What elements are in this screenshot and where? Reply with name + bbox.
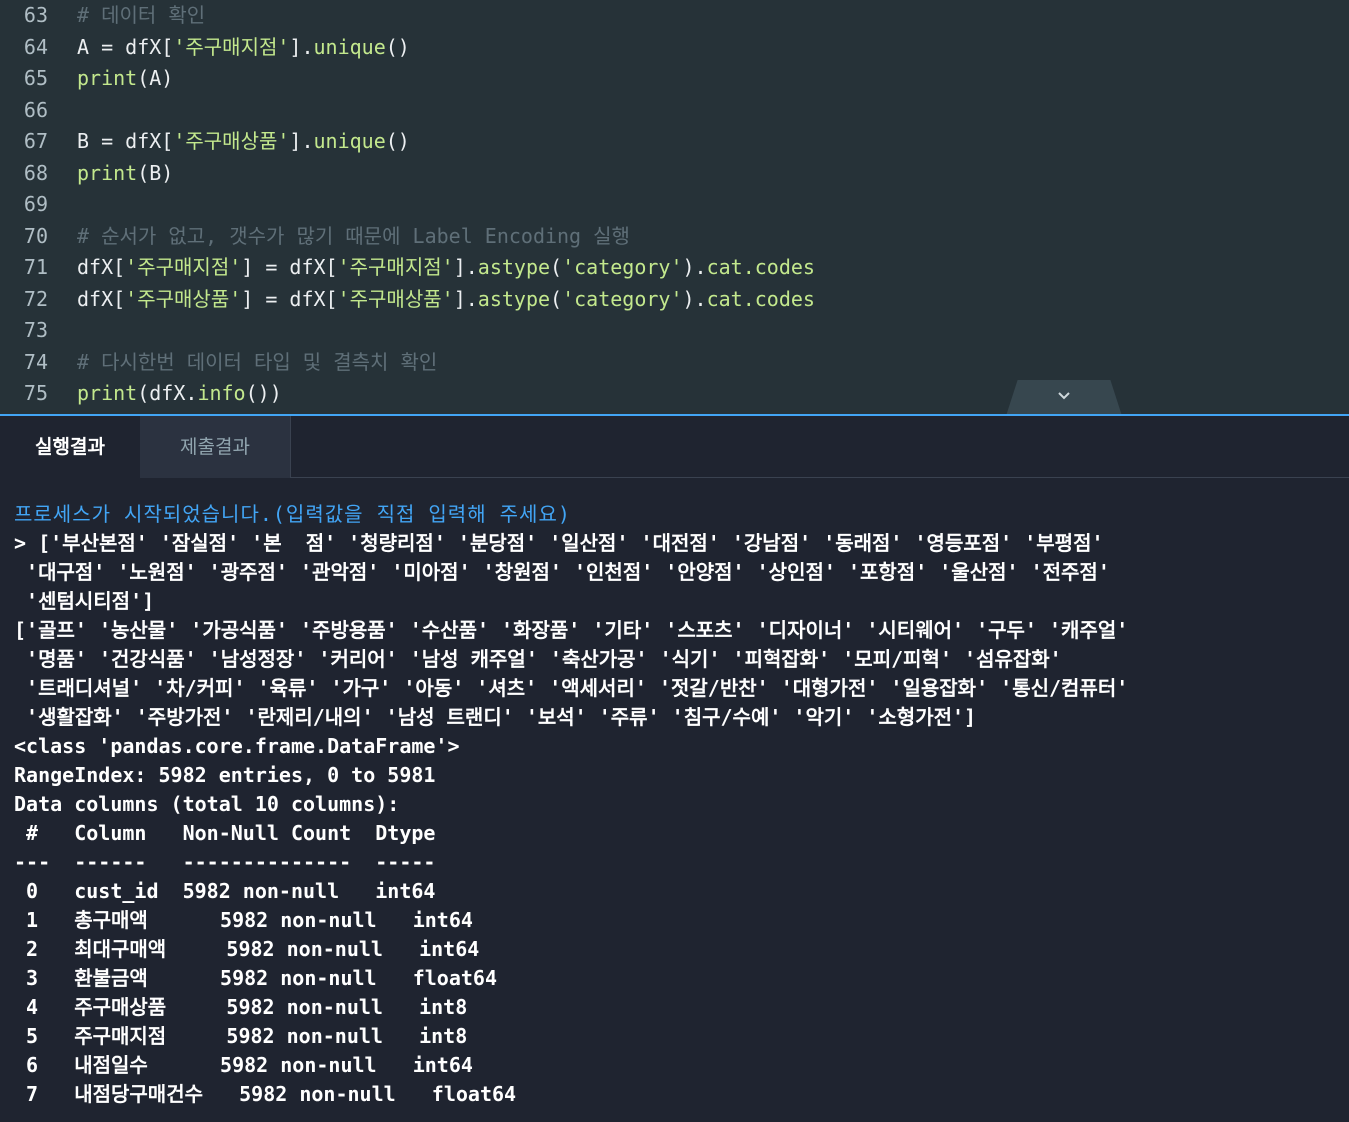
- code-text: # 순서가 없고, 갯수가 많기 때문에 Label Encoding 실행: [77, 221, 630, 252]
- console-line: 3 환불금액 5982 non-null float64: [14, 966, 497, 990]
- console-line: '대구점' '노원점' '광주점' '관악점' '미아점' '창원점' '인천점…: [14, 560, 1110, 584]
- console-line: 5 주구매지점 5982 non-null int8: [14, 1024, 468, 1048]
- console-line: <class 'pandas.core.frame.DataFrame'>: [14, 734, 460, 758]
- code-token: # 데이터 확인: [77, 3, 206, 27]
- console-line: 6 내점일수 5982 non-null int64: [14, 1053, 473, 1077]
- code-token: (): [385, 34, 410, 59]
- code-token: astype: [477, 255, 551, 279]
- tab-execution-result[interactable]: 실행결과: [0, 416, 140, 478]
- console-line: '명품' '건강식품' '남성정장' '커리어' '남성 캐주얼' '축산가공'…: [14, 647, 1062, 671]
- code-text: print(A): [77, 63, 173, 94]
- line-number: 75: [23, 381, 48, 405]
- console-line: 4 주구매상품 5982 non-null int8: [14, 995, 468, 1019]
- code-token: unique: [313, 34, 386, 59]
- code-text: dfX['주구매지점'] = dfX['주구매지점'].astype('cate…: [77, 252, 815, 283]
- console-line: '생활잡화' '주방가전' '란제리/내의' '남성 트랜디' '보석' '주류…: [14, 705, 977, 729]
- console-line: Data columns (total 10 columns):: [14, 792, 400, 816]
- line-number: 63: [23, 3, 48, 27]
- console-line: 2 최대구매액 5982 non-null int64: [14, 937, 480, 961]
- line-number: 66: [23, 97, 48, 122]
- code-editor[interactable]: 63 # 데이터 확인 64 A = dfX['주구매지점'].unique() 65 p…: [0, 0, 1349, 414]
- code-token: print: [77, 160, 138, 185]
- console-line: '센텀시티점']: [14, 589, 155, 613]
- code-token: # 순서가 없고, 갯수가 많기 때문에 Label Encoding 실행: [77, 223, 630, 248]
- code-token: (: [550, 255, 563, 279]
- code-token: cat.codes: [706, 255, 815, 279]
- code-token: B = dfX[: [77, 129, 174, 153]
- code-token: ).: [682, 255, 707, 279]
- code-token: cat.codes: [706, 286, 815, 311]
- code-text: print(B): [77, 158, 173, 189]
- code-token: ] = dfX[: [241, 286, 338, 311]
- code-token: '주구매상품': [173, 129, 290, 153]
- line-number: 67: [23, 129, 48, 153]
- code-token: 'category': [562, 255, 683, 279]
- line-number: 74: [23, 349, 48, 374]
- output-tabbar: 실행결과 제출결과: [0, 414, 1349, 478]
- line-number: 72: [23, 286, 48, 311]
- code-token: dfX[: [77, 255, 126, 279]
- code-text: # 데이터 확인: [77, 0, 205, 31]
- console-line: 1 총구매액 5982 non-null int64: [14, 908, 473, 932]
- code-token: '주구매지점': [173, 34, 290, 59]
- code-token: (B): [137, 160, 174, 185]
- code-token: '주구매지점': [125, 255, 242, 279]
- code-token: '주구매지점': [337, 255, 454, 279]
- code-text: A = dfX['주구매지점'].unique(): [77, 32, 410, 63]
- console-line: '트래디셔널' '차/커피' '육류' '가구' '아동' '셔츠' '액세서리…: [14, 676, 1129, 700]
- console-line: RangeIndex: 5982 entries, 0 to 5981: [14, 763, 436, 787]
- line-number: 68: [23, 160, 48, 185]
- code-token: # 다시한번 데이터 타입 및 결측치 확인: [77, 349, 438, 374]
- code-token: (): [385, 129, 410, 153]
- code-token: info: [197, 381, 246, 405]
- code-token: print: [77, 66, 138, 90]
- code-token: unique: [313, 129, 386, 153]
- line-number: 70: [23, 223, 48, 248]
- code-token: (: [550, 286, 563, 311]
- code-token: (dfX.: [137, 381, 198, 405]
- code-token: ].: [453, 255, 478, 279]
- line-number: 71: [23, 255, 48, 279]
- code-token: print: [77, 381, 138, 405]
- code-token: dfX[: [77, 286, 126, 311]
- code-token: ).: [682, 286, 707, 311]
- process-start-message: 프로세스가 시작되었습니다.(입력값을 직접 입력해 주세요): [14, 502, 571, 526]
- code-token: '주구매상품': [125, 286, 242, 311]
- code-token: A = dfX[: [77, 34, 174, 59]
- code-token: ()): [245, 381, 282, 405]
- console-line: 0 cust_id 5982 non-null int64: [14, 879, 436, 903]
- code-token: ].: [289, 129, 314, 153]
- line-number: 65: [23, 66, 48, 90]
- console-line: --- ------ -------------- -----: [14, 850, 436, 874]
- code-token: 'category': [562, 286, 683, 311]
- code-text: dfX['주구매상품'] = dfX['주구매상품'].astype('cate…: [77, 284, 815, 315]
- code-text: print(dfX.info()): [77, 378, 282, 409]
- line-number: 64: [23, 34, 48, 59]
- code-text: # 다시한번 데이터 타입 및 결측치 확인: [77, 347, 437, 378]
- console-line: ['골프' '농산물' '가공식품' '주방용품' '수산품' '화장품' '기…: [14, 618, 1129, 642]
- code-token: (A): [137, 66, 174, 90]
- tab-submission-result[interactable]: 제출결과: [140, 416, 291, 478]
- chevron-down-icon[interactable]: [1056, 388, 1072, 404]
- code-text: B = dfX['주구매상품'].unique(): [77, 126, 410, 157]
- code-token: astype: [477, 286, 551, 311]
- line-number: 73: [23, 318, 48, 342]
- line-number: 69: [23, 192, 48, 216]
- code-token: ] = dfX[: [241, 255, 338, 279]
- tab-divider: [290, 477, 1349, 478]
- code-token: ].: [453, 286, 478, 311]
- code-token: ].: [289, 34, 314, 59]
- console-output: 프로세스가 시작되었습니다.(입력값을 직접 입력해 주세요) > ['부산본점…: [14, 500, 1344, 1120]
- code-token: '주구매상품': [337, 286, 454, 311]
- console-line: # Column Non-Null Count Dtype: [14, 821, 436, 845]
- console-line: > ['부산본점' '잠실점' '본 점' '청량리점' '분당점' '일산점'…: [14, 531, 1104, 555]
- console-line: 7 내점당구매건수 5982 non-null float64: [14, 1082, 517, 1106]
